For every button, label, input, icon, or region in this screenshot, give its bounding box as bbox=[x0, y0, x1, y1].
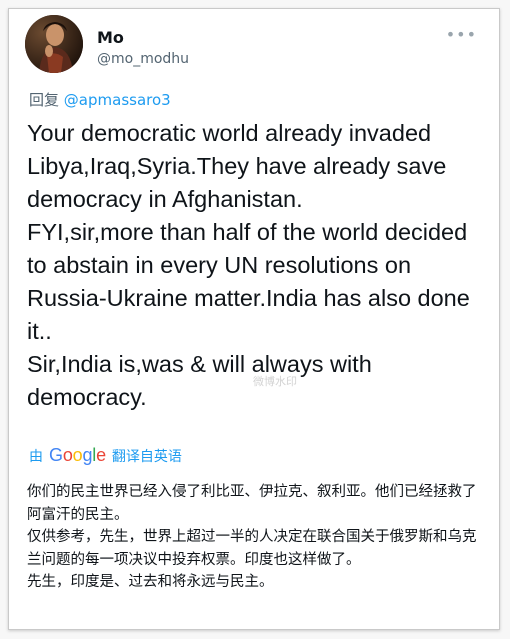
reply-mention-link[interactable]: @apmassaro3 bbox=[64, 91, 171, 109]
translated-paragraph: 先生，印度是、过去和将永远与民主。 bbox=[27, 574, 274, 590]
translation-attribution[interactable]: 由 Google 翻译自英语 bbox=[29, 445, 182, 466]
translation-by: 由 bbox=[29, 448, 43, 465]
tweet-paragraph: Your democratic world already invaded Li… bbox=[27, 120, 447, 212]
weibo-watermark: 微博水印 bbox=[253, 375, 297, 388]
translated-paragraph: 仅供参考，先生，世界上超过一半的人决定在联合国关于俄罗斯和乌克兰问题的每一项决议… bbox=[27, 529, 477, 568]
reply-context: 回复 @apmassaro3 bbox=[29, 89, 171, 110]
avatar[interactable] bbox=[25, 15, 83, 73]
google-letter: G bbox=[49, 445, 63, 465]
more-horizontal-icon[interactable]: ••• bbox=[446, 25, 477, 44]
author-name[interactable]: Mo bbox=[97, 28, 124, 47]
translation-label: 翻译自英语 bbox=[111, 448, 182, 465]
portrait-avatar-icon bbox=[25, 15, 83, 73]
tweet-text: Your democratic world already invaded Li… bbox=[27, 117, 489, 414]
google-letter: o bbox=[62, 445, 73, 465]
tweet-paragraph: FYI,sir,more than half of the world deci… bbox=[27, 219, 470, 344]
author-handle[interactable]: @mo_modhu bbox=[97, 51, 189, 67]
google-logo-icon: Google bbox=[49, 445, 106, 466]
translated-paragraph: 你们的民主世界已经入侵了利比亚、伊拉克、叙利亚。他们已经拯救了阿富汗的民主。 bbox=[27, 484, 477, 523]
reply-prefix: 回复 bbox=[29, 91, 60, 109]
tweet-card: Mo @mo_modhu ••• 回复 @apmassaro3 Your dem… bbox=[8, 8, 500, 630]
translated-text: 你们的民主世界已经入侵了利比亚、伊拉克、叙利亚。他们已经拯救了阿富汗的民主。 仅… bbox=[27, 481, 487, 594]
google-letter: g bbox=[82, 445, 93, 465]
google-letter: e bbox=[96, 445, 106, 465]
google-letter: o bbox=[72, 445, 83, 465]
